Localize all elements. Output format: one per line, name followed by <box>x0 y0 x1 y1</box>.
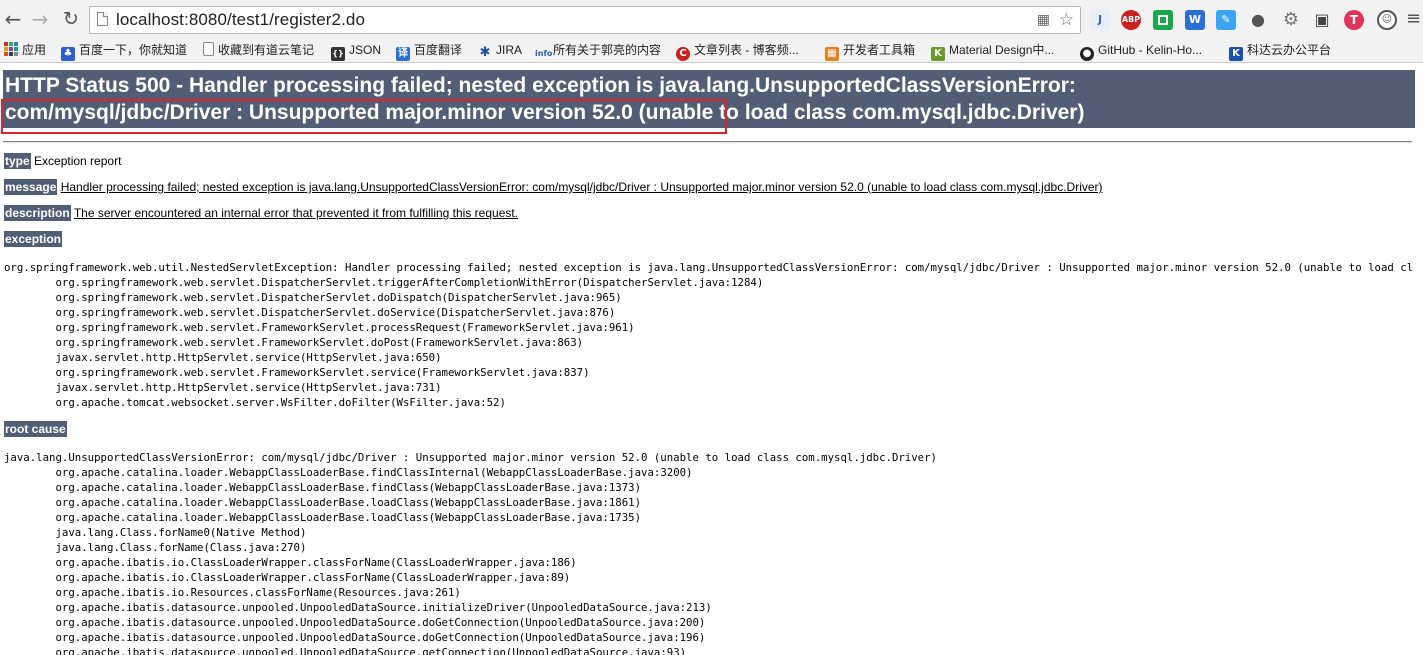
page-icon <box>97 12 108 26</box>
material-design-icon: K <box>931 47 945 61</box>
address-bar[interactable]: localhost:8080/test1/register2.do ▦ ☆ <box>89 6 1081 34</box>
type-value: Exception report <box>30 154 122 168</box>
evernote-icon[interactable]: ● <box>1248 10 1268 30</box>
bookmark-jira[interactable]: ✱ JIRA <box>478 41 522 60</box>
bookmark-blog-list[interactable]: C 文章列表 - 博客频... <box>676 41 799 61</box>
extension-user-icon[interactable]: ☺ <box>1377 10 1397 30</box>
root-cause-stack-trace: java.lang.UnsupportedClassVersionError: … <box>4 451 937 655</box>
exception-row: exception <box>4 231 63 247</box>
back-arrow-icon[interactable]: ← <box>2 7 24 31</box>
info-icon: info <box>535 49 553 58</box>
description-label: description <box>4 205 71 221</box>
bookmark-guoliang[interactable]: info所有关于郭亮的内容 <box>535 41 661 59</box>
forward-arrow-icon[interactable]: → <box>29 7 51 31</box>
bookmark-github[interactable]: ● GitHub - Kelin-Ho... <box>1080 41 1202 61</box>
extension-green-square-icon[interactable] <box>1153 10 1173 30</box>
message-value: Handler processing failed; nested except… <box>60 180 1103 194</box>
document-icon <box>203 42 214 56</box>
jira-icon: ✱ <box>479 45 491 60</box>
exception-label: exception <box>4 231 63 247</box>
extension-t-icon[interactable]: T <box>1344 10 1364 30</box>
extension-puzzle-icon[interactable]: ▣ <box>1312 10 1332 30</box>
bookmark-baidu[interactable]: ♣ 百度一下，你就知道 <box>61 41 187 61</box>
root-cause-row: root cause <box>4 421 67 437</box>
error-title-line1: HTTP Status 500 - Handler processing fai… <box>5 74 1076 97</box>
type-label: type <box>4 153 31 169</box>
bookmark-youdao[interactable]: 收藏到有道云笔记 <box>203 41 314 59</box>
json-icon: {} <box>331 47 345 61</box>
extension-w-icon[interactable]: W <box>1185 10 1205 30</box>
horizontal-rule <box>3 141 1412 143</box>
kedacom-icon: K <box>1229 47 1243 61</box>
red-highlight-box <box>1 99 727 134</box>
type-row: type Exception report <box>4 153 122 169</box>
bookmark-dev-toolbox[interactable]: ▦ 开发者工具箱 <box>825 41 915 61</box>
bookmark-json[interactable]: {} JSON <box>331 41 381 61</box>
toolbox-icon: ▦ <box>825 47 839 61</box>
baidu-paw-icon: ♣ <box>61 47 75 61</box>
message-label: message <box>4 179 58 195</box>
description-row: description The server encountered an in… <box>4 205 519 221</box>
baidu-translate-icon: 译 <box>396 47 410 61</box>
url-text[interactable]: localhost:8080/test1/register2.do <box>116 10 365 30</box>
extension-gear-icon[interactable]: ⚙ <box>1281 10 1301 30</box>
browser-toolbar: ← → ↻ localhost:8080/test1/register2.do … <box>0 0 1423 38</box>
bookmark-star-icon[interactable]: ☆ <box>1059 10 1074 30</box>
bookmark-apps[interactable]: 应用 <box>4 41 46 59</box>
extension-pen-icon[interactable]: ✎ <box>1216 10 1236 30</box>
bookmark-baidu-translate[interactable]: 译百度翻译 <box>396 41 462 61</box>
apps-grid-icon <box>4 42 18 56</box>
extension-js-icon[interactable]: J <box>1090 10 1110 30</box>
exception-stack-trace: org.springframework.web.util.NestedServl… <box>4 261 1414 409</box>
message-row: message Handler processing failed; neste… <box>4 179 1103 195</box>
page-content: HTTP Status 500 - Handler processing fai… <box>0 63 1423 655</box>
bookmarks-bar: 应用 ♣ 百度一下，你就知道 收藏到有道云笔记 {} JSON 译百度翻译 ✱ JIR… <box>0 38 1423 63</box>
adblock-icon[interactable]: ABP <box>1121 10 1141 30</box>
translate-icon[interactable]: ▦ <box>1037 12 1050 28</box>
csdn-icon: C <box>676 47 690 61</box>
github-icon: ● <box>1080 47 1094 61</box>
root-cause-label: root cause <box>4 421 67 437</box>
reload-icon[interactable]: ↻ <box>60 7 82 31</box>
chrome-menu-icon[interactable]: ≡ <box>1406 8 1421 29</box>
description-value: The server encountered an internal error… <box>73 206 519 220</box>
bookmark-kedacom[interactable]: K 科达云办公平台 <box>1229 41 1331 61</box>
bookmark-material-design[interactable]: K Material Design中... <box>931 41 1054 61</box>
